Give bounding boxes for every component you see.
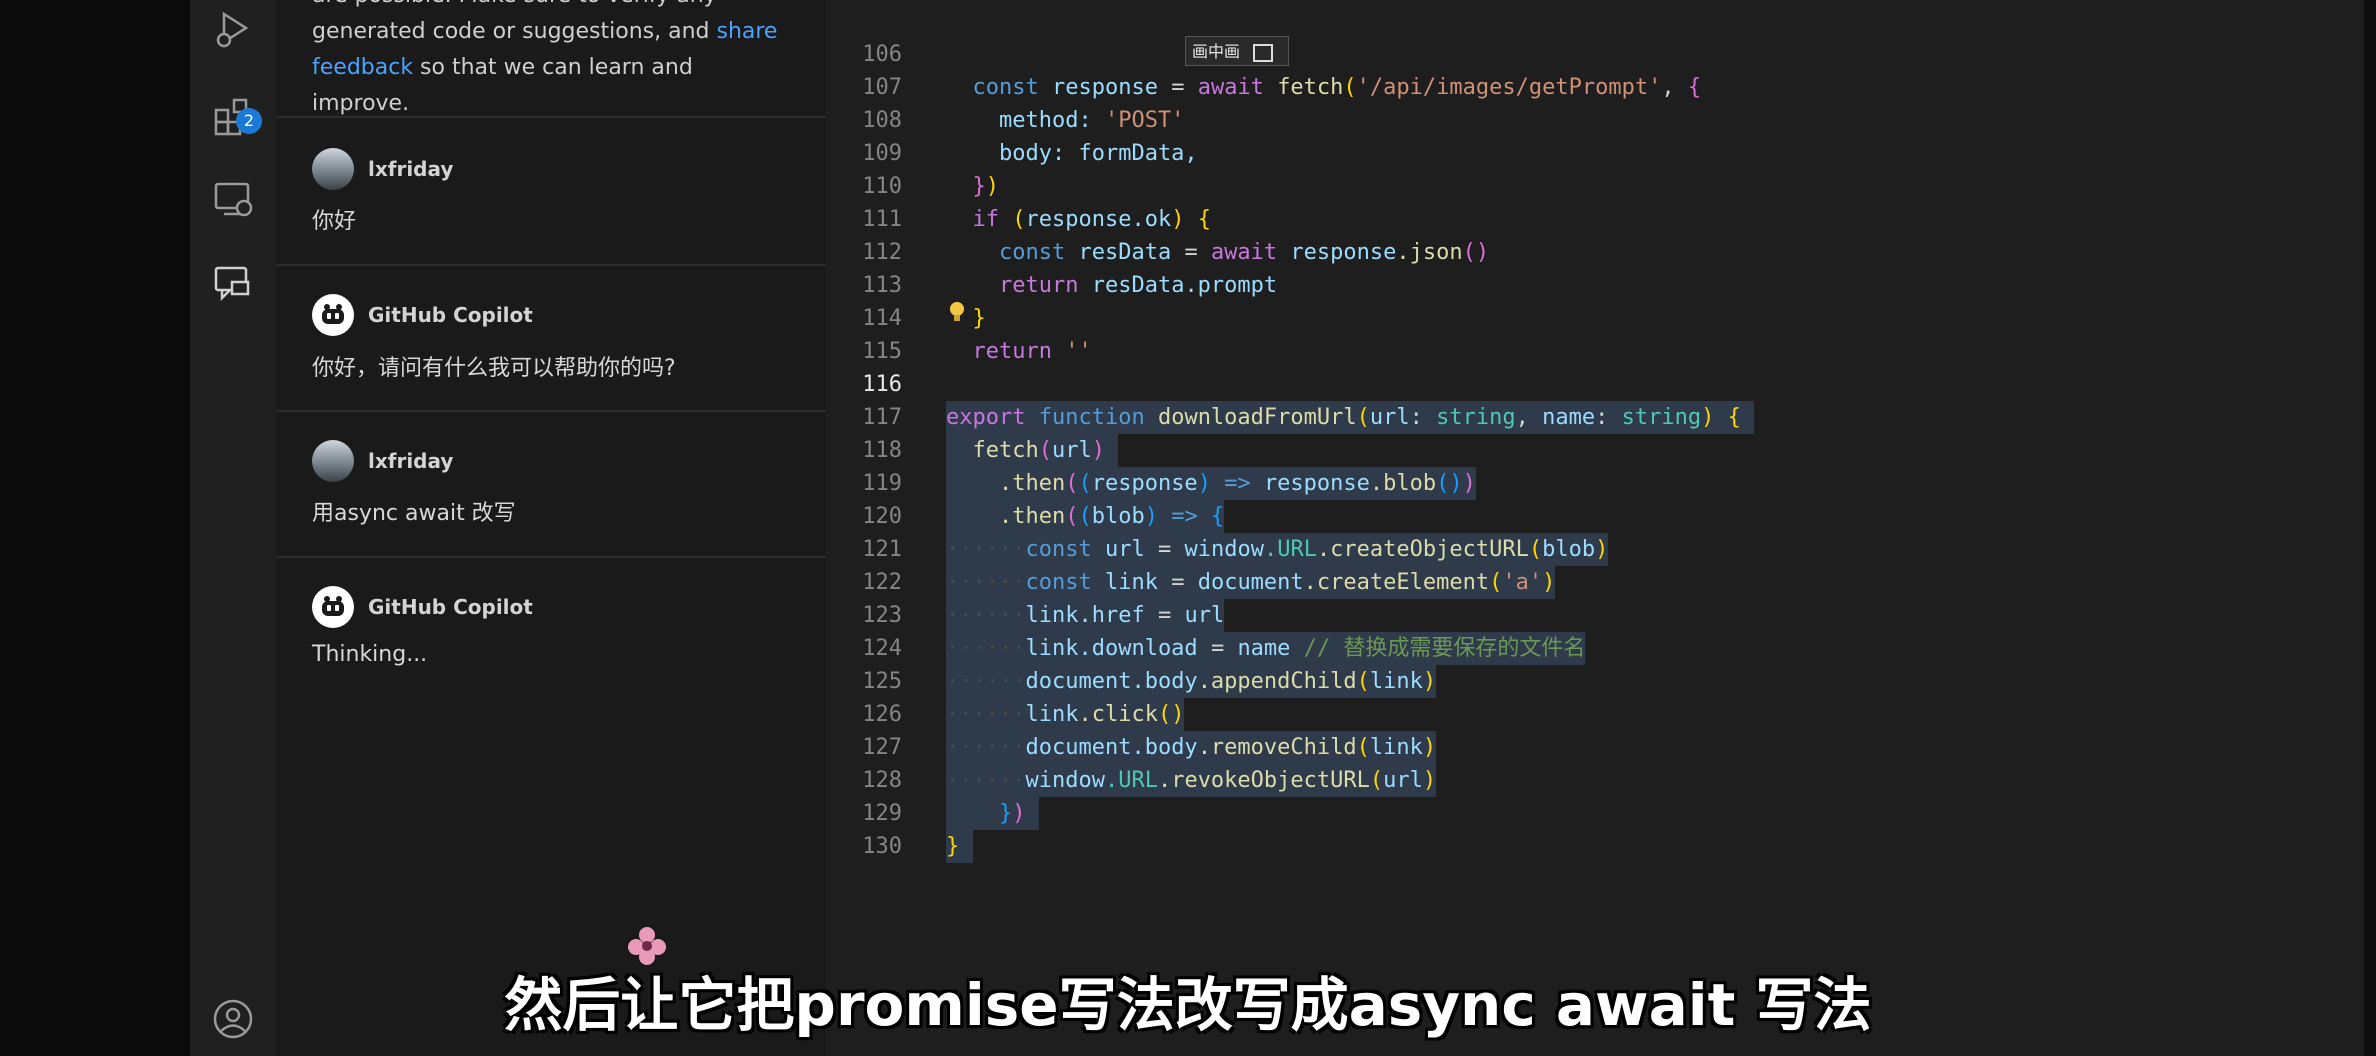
- lightbulb-icon[interactable]: [948, 300, 966, 324]
- divider: [276, 410, 826, 412]
- code-line: 116 export function downloadFromUrl(url:…: [826, 335, 2364, 434]
- chat-notice: are possible. Make sure to verify any ge…: [312, 0, 792, 122]
- copilot-avatar: [312, 586, 354, 628]
- chat-icon[interactable]: [212, 262, 254, 304]
- video-letterbox-left: [0, 0, 190, 1056]
- divider: [276, 116, 826, 118]
- code-line: 126 ······document.body.removeChild(link…: [826, 665, 2364, 764]
- divider: [276, 556, 826, 558]
- code-line: 114 return '': [826, 269, 2364, 364]
- code-line: 112 return resData.prompt: [826, 203, 2364, 298]
- code-line: 123 ······link.download = name // 替换成需要保…: [826, 566, 2364, 665]
- code-line: 115: [826, 302, 2364, 364]
- code-line: 124 ······document.body.appendChild(link…: [826, 599, 2364, 698]
- copilot-chat-panel: are possible. Make sure to verify any ge…: [276, 0, 826, 1056]
- pip-icon: [1253, 43, 1274, 62]
- code-line: 128 }): [826, 731, 2364, 830]
- message-header: GitHub Copilot: [312, 294, 533, 336]
- code-line: 110 if (response.ok) {: [826, 137, 2364, 232]
- user-avatar: [312, 440, 354, 482]
- code-line: 117 fetch(url): [826, 368, 2364, 467]
- user-avatar: [312, 148, 354, 190]
- pip-label: 画中画: [1192, 42, 1241, 61]
- copilot-avatar: [312, 294, 354, 336]
- message-header: lxfriday: [312, 148, 453, 190]
- code-editor[interactable]: 106 const response = await fetch('/api/i…: [826, 0, 2364, 1056]
- message-text: 用async await 改写: [312, 501, 516, 526]
- divider: [276, 264, 826, 266]
- code-line: 111 const resData = await response.json(…: [826, 170, 2364, 265]
- copilot-icon: [322, 304, 344, 324]
- code-line: 108 body: formData,: [826, 71, 2364, 166]
- message-author: lxfriday: [368, 157, 454, 181]
- code-line: 113 }: [826, 236, 2364, 331]
- code-line: 122 ······link.href = url: [826, 533, 2364, 632]
- code-line: 118 .then((response) => response.blob()): [826, 401, 2364, 500]
- code-line: 119 .then((blob) => {: [826, 434, 2364, 533]
- code-line: 129 }: [826, 764, 2364, 863]
- activity-bar: 2: [190, 0, 276, 1056]
- video-letterbox-right: [2364, 0, 2376, 1056]
- message-author: GitHub Copilot: [368, 595, 533, 619]
- code-line: 107 method: 'POST': [826, 38, 2364, 133]
- line-number: 130: [862, 834, 902, 859]
- code-line: 121 ······const link = document.createEl…: [826, 500, 2364, 599]
- message-text: 你好，请问有什么我可以帮助你的吗?: [312, 356, 676, 381]
- video-subtitle: 然后让它把promise写法改写成async await 写法: [504, 971, 1872, 1039]
- picture-in-picture-popup[interactable]: 画中画: [1185, 36, 1289, 66]
- message-header: GitHub Copilot: [312, 586, 533, 628]
- extensions-badge: 2: [236, 108, 262, 134]
- code-line: 106 const response = await fetch('/api/i…: [826, 5, 2364, 100]
- code-line: 125 ······link.click(): [826, 632, 2364, 731]
- copilot-icon: [322, 596, 344, 616]
- run-debug-icon[interactable]: [212, 8, 254, 50]
- message-header: lxfriday: [312, 440, 453, 482]
- message-text: Thinking...: [312, 642, 428, 667]
- remote-explorer-icon[interactable]: [212, 178, 254, 220]
- code-line: 130: [826, 797, 2364, 859]
- message-author: GitHub Copilot: [368, 303, 533, 327]
- code-line: 127 ······window.URL.revokeObjectURL(url…: [826, 698, 2364, 797]
- code-line: 120 ······const url = window.URL.createO…: [826, 467, 2364, 566]
- notice-prefix: are possible. Make sure to verify any ge…: [312, 0, 717, 44]
- message-text: 你好: [312, 209, 357, 234]
- message-author: lxfriday: [368, 449, 454, 473]
- code-line: 109 }): [826, 104, 2364, 199]
